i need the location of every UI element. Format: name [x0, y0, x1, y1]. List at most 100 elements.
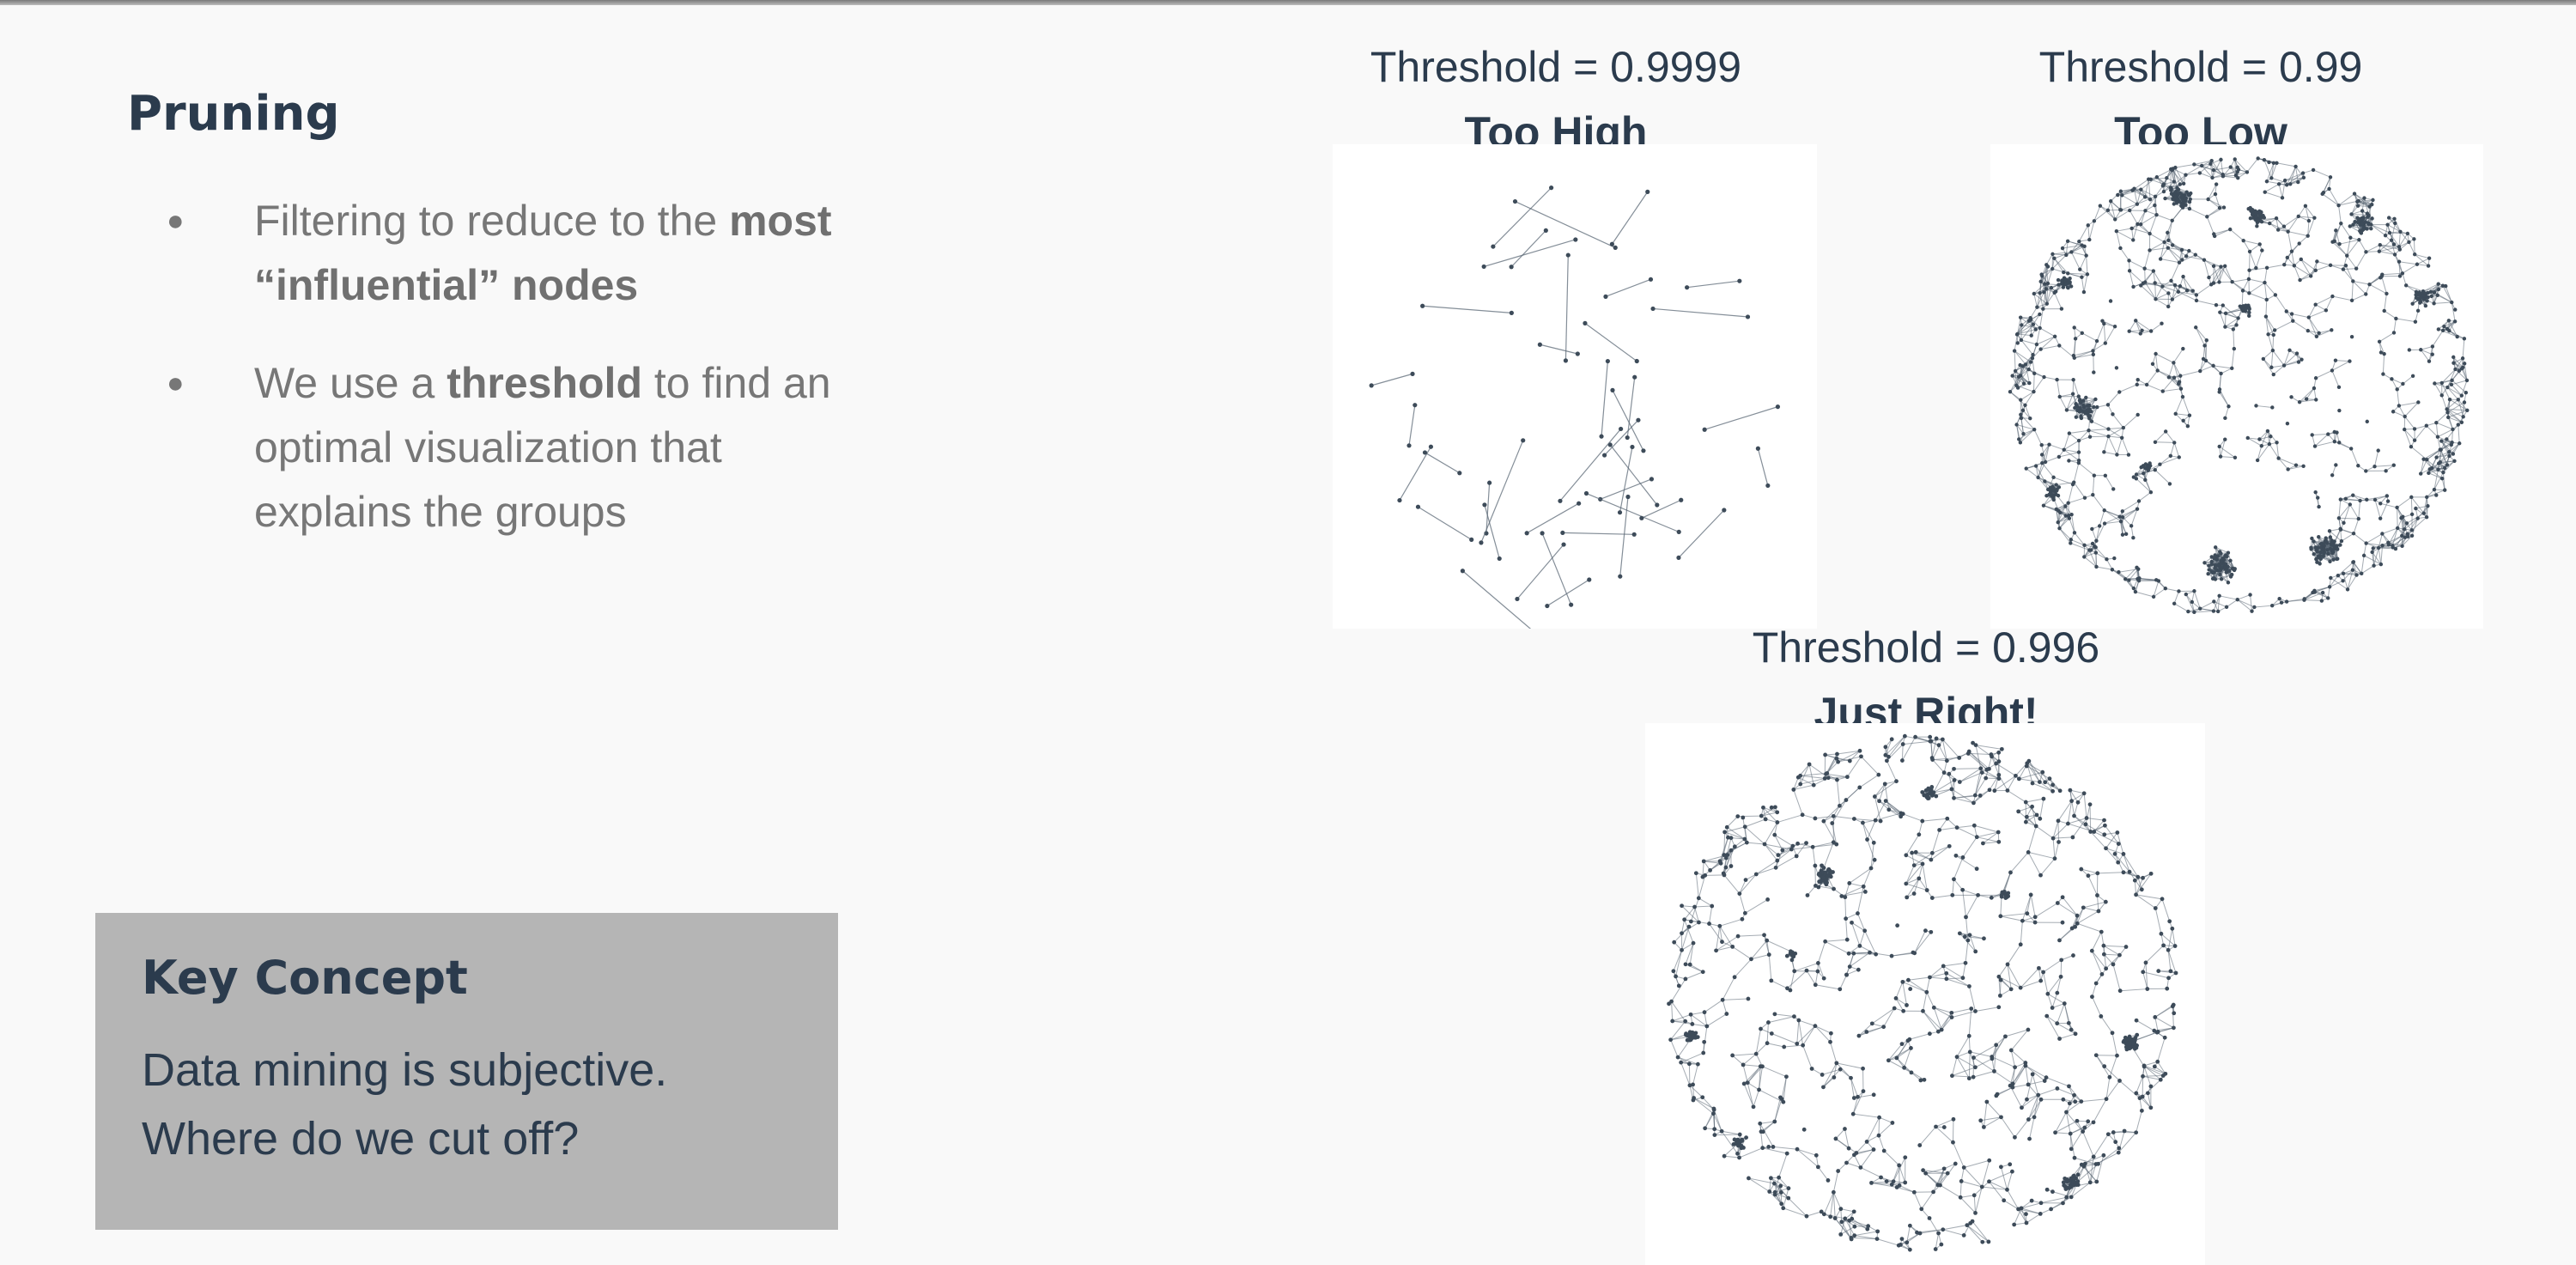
graph-node	[1491, 244, 1496, 249]
graph-node	[2142, 195, 2148, 199]
graph-node	[2106, 427, 2111, 431]
graph-node	[2337, 441, 2342, 445]
graph-edge	[2070, 542, 2090, 551]
graph-node	[2286, 229, 2290, 234]
graph-node	[2042, 374, 2046, 380]
graph-node	[2272, 328, 2277, 332]
graph-edge	[1671, 1001, 1674, 1021]
graph-node	[2409, 512, 2415, 517]
graph-node	[2293, 164, 2298, 169]
graph-edge	[2338, 499, 2342, 519]
graph-node	[2111, 412, 2115, 417]
graph-edge	[1546, 579, 1590, 607]
graph-node	[2112, 324, 2117, 329]
graph-edge	[2451, 429, 2453, 443]
graph-node	[2313, 376, 2318, 380]
graph-node	[2314, 398, 2318, 402]
graph-edge	[1693, 1098, 1715, 1110]
graph-node	[1676, 555, 1681, 561]
graph-node	[2038, 290, 2042, 295]
graph-edge	[2173, 603, 2189, 612]
graph-node	[2166, 230, 2170, 235]
graph-node	[2434, 421, 2439, 425]
key-concept-heading: Key Concept	[142, 951, 468, 1005]
graph-node	[2154, 297, 2158, 301]
graph-node	[2032, 427, 2037, 432]
graph-node	[2215, 563, 2220, 568]
graph-node	[2089, 419, 2094, 423]
graph-node	[1575, 351, 1580, 356]
graph-edge	[2019, 778, 2040, 783]
graph-node	[2304, 397, 2309, 401]
graph-node	[2412, 438, 2417, 442]
graph-node	[2360, 571, 2364, 576]
graph-node	[2126, 453, 2131, 457]
graph-node	[2160, 321, 2164, 325]
threshold-label: Threshold = 0.99	[2038, 43, 2363, 91]
graph-node	[2282, 178, 2287, 183]
graph-edge	[2025, 391, 2034, 406]
graph-node	[2038, 279, 2043, 284]
graph-node	[2136, 499, 2142, 503]
graph-edge	[2267, 264, 2285, 269]
graph-node	[2141, 465, 2146, 469]
graph-edge	[2142, 1075, 2164, 1077]
graph-node	[2155, 368, 2160, 373]
graph-edge	[1714, 1134, 1741, 1136]
graph-node	[2281, 224, 2287, 228]
graph-node	[2337, 408, 2342, 413]
graph-edge	[2146, 370, 2159, 386]
graph-node	[1537, 342, 1542, 347]
graph-node	[2360, 228, 2366, 232]
graph-edge	[2433, 301, 2452, 304]
graph-node	[2086, 223, 2090, 228]
graph-node	[2379, 502, 2383, 506]
graph-node	[2220, 566, 2224, 570]
graph-node	[2050, 266, 2055, 271]
graph-node	[2080, 275, 2084, 279]
graph-edge	[1737, 815, 1762, 818]
graph-node	[2197, 171, 2202, 175]
graph-edge	[2129, 210, 2138, 225]
graph-edge	[2165, 587, 2179, 592]
graph-node	[2211, 363, 2215, 368]
graph-node	[2214, 182, 2219, 186]
graph-edge	[2265, 299, 2268, 317]
graph-node	[2331, 557, 2336, 562]
graph-node	[2163, 196, 2167, 201]
graph-node	[2427, 256, 2432, 260]
graph-node	[2425, 495, 2429, 500]
graph-edge	[2136, 1019, 2155, 1031]
graph-node	[2102, 450, 2106, 454]
graph-node	[2260, 248, 2264, 252]
graph-node	[1569, 602, 1574, 607]
graph-edge	[2250, 594, 2253, 611]
graph-edge	[1903, 740, 1931, 745]
graph-node	[2031, 322, 2036, 326]
graph-node	[2051, 475, 2056, 480]
graph-edge	[2249, 251, 2257, 269]
graph-edge	[2219, 595, 2238, 600]
graph-edge	[2036, 336, 2056, 345]
graph-node	[2450, 441, 2454, 445]
graph-edge	[2246, 158, 2259, 173]
graph-node	[2263, 190, 2267, 194]
graph-node	[2172, 601, 2177, 606]
graph-node	[2265, 429, 2270, 434]
graph-node	[2228, 227, 2233, 232]
graph-edge	[2426, 425, 2439, 438]
graph-edge	[1418, 506, 1472, 540]
graph-node	[2033, 327, 2038, 331]
graph-edge	[2278, 184, 2283, 198]
graph-node	[2380, 543, 2385, 548]
graph-edge	[2315, 295, 2333, 306]
graph-node	[2123, 532, 2129, 537]
graph-edge	[2154, 469, 2171, 484]
graph-node	[2228, 575, 2233, 579]
graph-node	[2028, 318, 2033, 322]
graph-node	[2320, 192, 2324, 197]
graph-edge	[1692, 1064, 1698, 1086]
graph-node	[2180, 394, 2185, 399]
graph-node	[2264, 265, 2269, 271]
graph-node	[2255, 224, 2259, 228]
